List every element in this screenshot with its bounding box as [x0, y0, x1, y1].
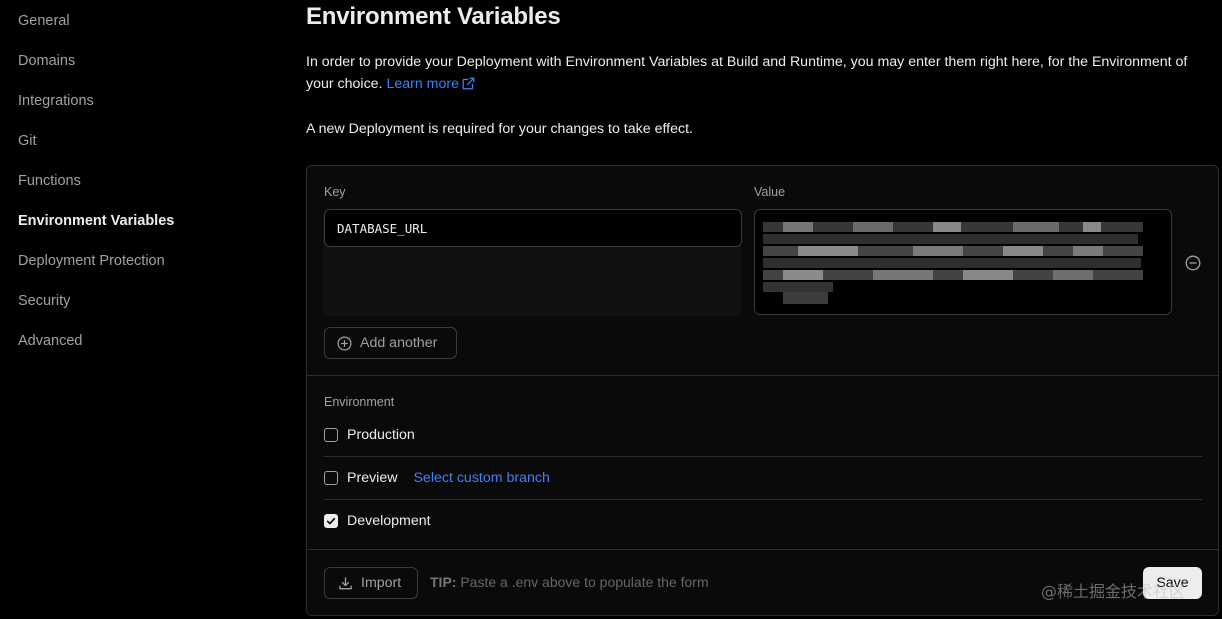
add-another-label: Add another [360, 335, 438, 351]
page-title: Environment Variables [306, 3, 561, 30]
import-label: Import [361, 575, 402, 591]
environment-label: Environment [324, 395, 395, 409]
external-link-icon [462, 75, 475, 97]
sidebar-item-domains[interactable]: Domains [18, 51, 75, 71]
learn-more-label: Learn more [386, 76, 460, 92]
learn-more-link[interactable]: Learn more [386, 76, 475, 92]
import-button[interactable]: Import [324, 567, 418, 599]
sidebar-item-security[interactable]: Security [18, 291, 70, 311]
check-icon [326, 517, 336, 525]
production-checkbox[interactable] [324, 428, 338, 442]
settings-sidebar: General Domains Integrations Git Functio… [0, 0, 280, 619]
add-another-button[interactable]: Add another [324, 327, 457, 359]
sidebar-item-environment-variables[interactable]: Environment Variables [18, 211, 174, 231]
redeploy-note: A new Deployment is required for your ch… [306, 121, 693, 137]
sidebar-item-functions[interactable]: Functions [18, 171, 81, 191]
select-custom-branch-link[interactable]: Select custom branch [413, 470, 549, 486]
sidebar-item-general[interactable]: General [18, 11, 70, 31]
download-icon [339, 576, 352, 589]
tip-prefix: TIP: [430, 574, 457, 590]
key-label: Key [324, 185, 346, 199]
watermark: @稀土掘金技术社区 [1041, 582, 1186, 601]
remove-row-button[interactable] [1185, 255, 1201, 271]
section-divider [307, 375, 1218, 376]
development-checkbox[interactable] [324, 514, 338, 528]
value-textarea[interactable] [754, 209, 1172, 315]
production-label: Production [347, 427, 415, 443]
sidebar-item-deployment-protection[interactable]: Deployment Protection [18, 251, 165, 271]
tip-body: Paste a .env above to populate the form [460, 574, 709, 590]
minus-circle-icon [1185, 255, 1201, 271]
key-input[interactable] [324, 209, 742, 247]
env-var-form-card: Key Value DATABASE_URL Add another Envir… [306, 165, 1219, 616]
env-option-development[interactable]: Development [324, 511, 431, 531]
development-label: Development [347, 513, 431, 529]
env-option-production[interactable]: Production [324, 425, 415, 445]
preview-checkbox[interactable] [324, 471, 338, 485]
page-description: In order to provide your Deployment with… [306, 51, 1218, 97]
plus-circle-icon [337, 336, 352, 350]
preview-label: Preview [347, 470, 398, 486]
sidebar-item-integrations[interactable]: Integrations [18, 91, 94, 111]
sidebar-item-advanced[interactable]: Advanced [18, 331, 83, 351]
env-option-preview[interactable]: Preview Select custom branch [324, 468, 550, 488]
value-label: Value [754, 185, 786, 199]
row-divider [324, 456, 1202, 457]
row-divider [324, 499, 1202, 500]
sidebar-item-git[interactable]: Git [18, 131, 37, 151]
tip-text: TIP: Paste a .env above to populate the … [430, 574, 709, 590]
